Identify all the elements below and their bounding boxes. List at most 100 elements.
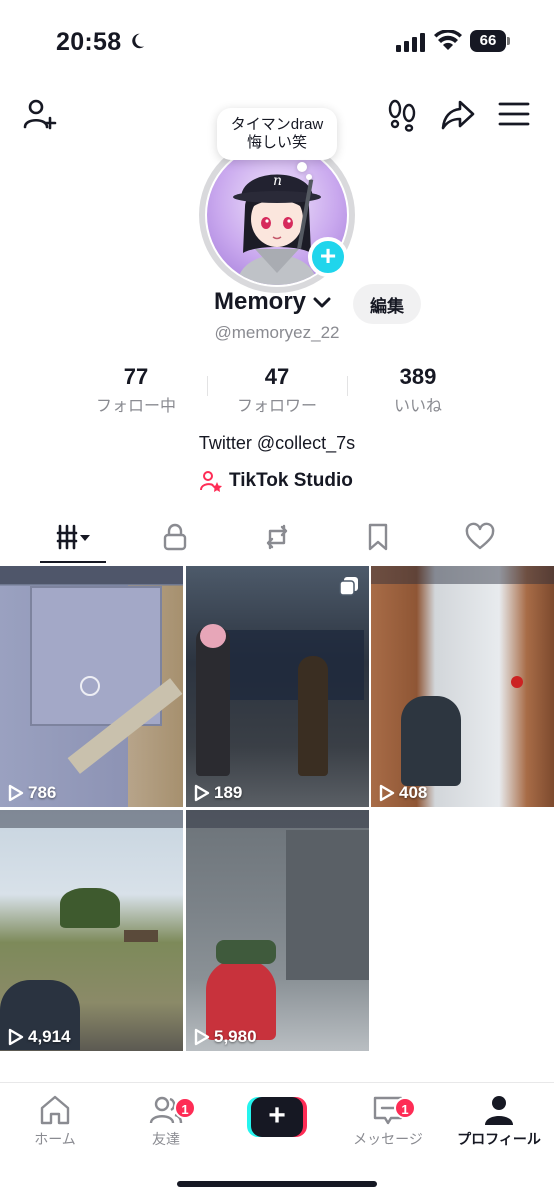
person-plus-icon (23, 99, 57, 130)
profile-username[interactable]: Memory (214, 288, 306, 316)
thumbnail-building (286, 830, 369, 980)
thumbnail-character (298, 656, 328, 776)
play-icon (194, 784, 210, 802)
nav-home[interactable]: ホーム (5, 1093, 105, 1149)
video-thumbnail[interactable]: 408 (371, 566, 554, 807)
home-icon (40, 1095, 70, 1125)
play-icon (194, 1028, 210, 1046)
tab-liked[interactable] (458, 520, 502, 554)
tab-favorites[interactable] (356, 520, 400, 554)
tab-reposts[interactable] (255, 520, 299, 554)
tab-private[interactable] (153, 520, 197, 554)
battery-cap (507, 37, 510, 45)
profile-bio: Twitter @collect_7s (198, 433, 356, 453)
status-time: 20:58 (56, 28, 122, 56)
tiktok-studio-link[interactable]: TikTok Studio (199, 468, 353, 494)
game-hud-compass (0, 566, 183, 584)
friends-notification-badge: 1 (174, 1097, 196, 1119)
game-hud-compass (0, 810, 183, 828)
profile-handle: @memoryez_22 (214, 323, 340, 342)
moon-icon (132, 33, 145, 49)
nav-friends-label: 友達 (152, 1132, 180, 1148)
footprints-icon (388, 99, 416, 132)
following-label: フォロー中 (95, 396, 176, 415)
add-friend-button[interactable] (22, 96, 58, 132)
nav-inbox-label: メッセージ (353, 1132, 423, 1148)
profile-person-icon (485, 1096, 513, 1125)
home-indicator-bar (177, 1181, 377, 1187)
following-stat[interactable]: 77 フォロー中 (66, 364, 206, 416)
share-arrow-icon (441, 100, 475, 130)
likes-count: 389 (399, 364, 437, 389)
view-count: 786 (8, 783, 56, 803)
game-hud-compass (186, 810, 369, 828)
battery-indicator: 66 (470, 30, 506, 52)
view-count: 408 (379, 783, 427, 803)
grid-bars-icon (56, 524, 90, 550)
video-thumbnail[interactable]: 4,914 (0, 810, 183, 1051)
status-bar: 20:58 66 (0, 0, 554, 84)
thumbnail-helmet (200, 624, 226, 648)
profile-note-bubble[interactable]: タイマンdraw 悔しい笑 (217, 108, 337, 160)
svg-text:n: n (273, 173, 282, 189)
view-count-value: 786 (28, 783, 57, 802)
cellular-signal-icon (396, 33, 425, 52)
create-plus-label: + (251, 1097, 303, 1137)
nav-inbox[interactable]: メッセージ 1 (338, 1093, 438, 1149)
following-count: 77 (123, 364, 149, 389)
followers-label: フォロワー (236, 396, 317, 415)
view-count-value: 408 (399, 783, 428, 802)
tab-videos[interactable] (48, 520, 100, 554)
edit-profile-button[interactable]: 編集 (353, 284, 421, 324)
inbox-notification-badge: 1 (394, 1097, 416, 1119)
play-icon (379, 784, 395, 802)
play-icon (8, 1028, 24, 1046)
add-story-button[interactable]: + (308, 237, 348, 277)
thumbnail-crosshair (80, 676, 100, 696)
nav-friends[interactable]: 友達 1 (116, 1093, 216, 1149)
nav-home-label: ホーム (34, 1132, 76, 1148)
tiktok-studio-label: TikTok Studio (229, 470, 353, 491)
multi-clip-icon (339, 577, 358, 596)
nav-profile-label: プロフィール (457, 1132, 541, 1148)
thumbnail-hit-marker (511, 676, 523, 688)
menu-button[interactable] (496, 96, 532, 132)
view-count: 189 (194, 783, 242, 803)
hamburger-menu-icon (498, 102, 530, 126)
view-count: 4,914 (8, 1027, 71, 1047)
profile-views-button[interactable] (384, 96, 420, 132)
play-icon (8, 784, 24, 802)
heart-icon (465, 522, 495, 550)
thumbnail-trees (60, 888, 120, 928)
thumbnail-backpack (216, 940, 276, 964)
likes-label: いいね (393, 396, 442, 415)
video-thumbnail[interactable]: 786 (0, 566, 183, 807)
view-count-value: 189 (214, 783, 243, 802)
note-bubble-tail-large (297, 162, 307, 172)
note-bubble-tail-small (306, 174, 312, 180)
note-line-1: タイマンdraw (230, 116, 324, 133)
video-thumbnail[interactable]: 5,980 (186, 810, 369, 1051)
chevron-down-icon[interactable] (313, 296, 331, 310)
view-count-value: 5,980 (214, 1027, 257, 1046)
thumbnail-scoreboard (224, 630, 364, 700)
nav-profile[interactable]: プロフィール (449, 1093, 549, 1149)
share-button[interactable] (440, 96, 476, 132)
active-tab-indicator (40, 561, 106, 563)
lock-icon (163, 523, 187, 551)
likes-stat[interactable]: 389 いいね (348, 364, 488, 416)
create-button[interactable]: + (247, 1097, 307, 1137)
wifi-icon (434, 30, 462, 50)
bookmark-icon (368, 523, 388, 551)
thumbnail-character (401, 696, 461, 786)
game-hud-compass (371, 566, 554, 584)
view-count-value: 4,914 (28, 1027, 71, 1046)
note-line-2: 悔しい笑 (246, 134, 307, 151)
thumbnail-character (196, 626, 230, 776)
creator-star-icon (200, 471, 222, 492)
view-count: 5,980 (194, 1027, 257, 1047)
video-thumbnail[interactable]: 189 (186, 566, 369, 807)
followers-count: 47 (264, 364, 290, 389)
followers-stat[interactable]: 47 フォロワー (207, 364, 347, 416)
thumbnail-vehicle (124, 930, 158, 942)
